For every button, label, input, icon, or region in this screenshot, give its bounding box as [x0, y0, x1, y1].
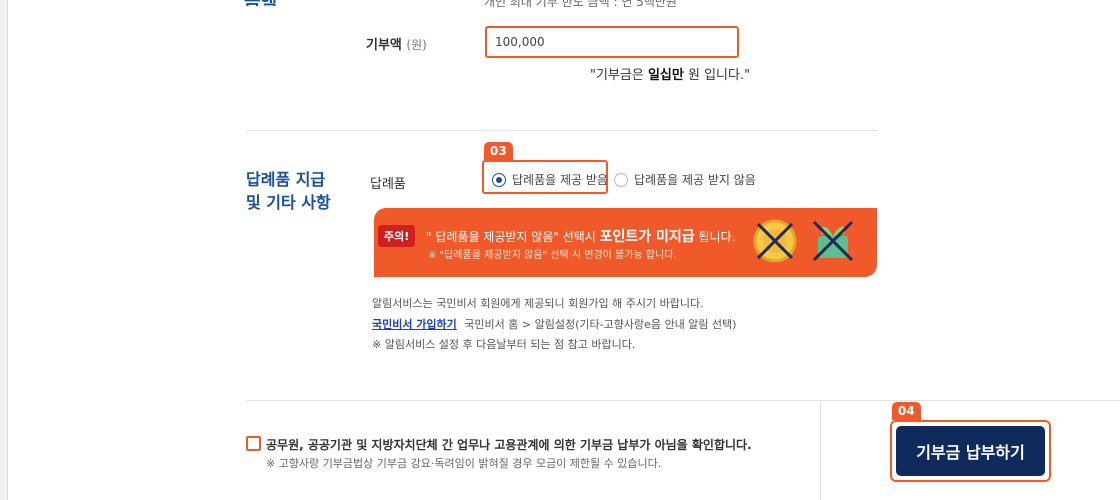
notification-setup-info: 국민비서 가입하기 국민비서 홈 > 알림설정(기타-고향사랑e음 안내 알림 … — [372, 316, 736, 332]
divider — [820, 400, 821, 500]
submit-donation-button[interactable]: 기부금 납부하기 — [896, 426, 1045, 476]
kookmin-secretary-signup-link[interactable]: 국민비서 가입하기 — [372, 318, 457, 331]
gift-coin-icon — [753, 219, 797, 263]
gift-section-title-line1: 답례품 지급 — [246, 170, 326, 189]
agreement-checkbox[interactable] — [246, 436, 261, 451]
gift-section-title: 답례품 지급 및 기타 사항 — [246, 168, 356, 214]
amount-label: 기부액 (원) — [366, 34, 427, 53]
warning-main-text: " 답례품을 제공받지 않음" 선택시 포인트가 미지급 됩니다. — [426, 226, 735, 246]
amount-note-prefix: "기부금은 — [590, 68, 648, 83]
donation-limit-note: 개인 최대 기부 한도 금액 : 연 5백만원 — [484, 0, 677, 9]
radio-selected-icon[interactable] — [492, 172, 506, 187]
plant-gift-icon — [812, 220, 854, 262]
gift-field-label: 답례품 — [370, 177, 406, 192]
divider — [246, 130, 878, 131]
amount-unit: (원) — [406, 38, 427, 52]
gift-section-title-line2: 및 기타 사항 — [246, 193, 331, 212]
agreement-note: ※ 고향사랑 기부금법상 기부금 강요·독려임이 밝혀질 경우 모금이 제한될 … — [266, 457, 662, 470]
notification-note: ※ 알림서비스 설정 후 다음날부터 되는 점 참고 바랍니다. — [372, 338, 636, 351]
amount-korean-note: "기부금은 일십만 원 입니다." — [590, 64, 750, 83]
amount-label-text: 기부액 — [366, 38, 402, 53]
radio-receive-gift[interactable]: 답례품을 제공 받음 — [492, 171, 608, 188]
step-badge-04: 04 — [892, 402, 921, 420]
divider — [246, 400, 820, 401]
radio-decline-gift[interactable]: 답례품을 제공 받지 않음 — [614, 171, 756, 188]
warning-main-prefix: " 답례품을 제공받지 않음" 선택시 — [426, 230, 600, 244]
amount-note-suffix: 원 입니다." — [683, 68, 751, 83]
notification-setup-path: 국민비서 홈 > 알림설정(기타-고향사랑e음 안내 알림 선택) — [464, 318, 737, 331]
amount-note-bold: 일십만 — [647, 68, 684, 83]
divider — [821, 400, 1120, 401]
radio-receive-gift-label: 답례품을 제공 받음 — [512, 173, 608, 187]
notification-info: 알림서비스는 국민비서 회원에게 제공되니 회원가입 해 주시기 바랍니다. — [372, 297, 704, 310]
warning-main-suffix: 됩니다. — [694, 230, 736, 244]
amount-section-title: 금액 — [244, 0, 284, 6]
warning-main-bold: 포인트가 미지급 — [599, 229, 695, 245]
radio-unselected-icon[interactable] — [614, 172, 628, 187]
radio-decline-gift-label: 답례품을 제공 받지 않음 — [634, 173, 756, 187]
warning-sub-text: ※ "답례품을 제공받지 않음" 선택 시 변경이 불가능 합니다. — [428, 250, 677, 261]
amount-input[interactable] — [485, 26, 739, 58]
step-badge-03: 03 — [484, 142, 513, 160]
agreement-text: 공무원, 공공기관 및 지방자치단체 간 업무나 고용관계에 의한 기부금 납부… — [266, 438, 752, 452]
warning-tag: 주의! — [378, 225, 416, 247]
